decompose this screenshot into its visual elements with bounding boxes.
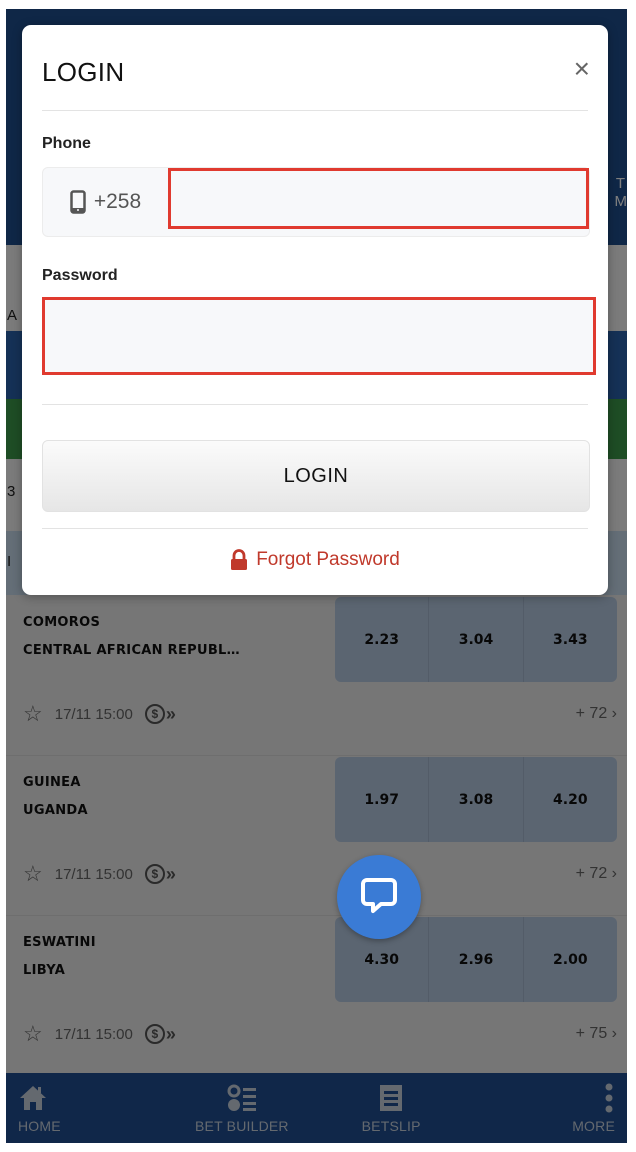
- app-screen: T M A 3 I COMOROS CENTRAL AFRICAN REPUBL…: [6, 9, 627, 1143]
- forgot-password-text: Forgot Password: [256, 549, 400, 570]
- phone-label: Phone: [42, 135, 91, 152]
- phone-input[interactable]: [168, 168, 589, 229]
- footer-divider: [42, 528, 588, 529]
- live-chat-button[interactable]: [337, 855, 421, 939]
- chat-icon: [359, 875, 399, 920]
- login-button[interactable]: LOGIN: [42, 440, 590, 512]
- forgot-password-link[interactable]: Forgot Password: [22, 549, 608, 571]
- modal-title: LOGIN: [42, 57, 125, 87]
- login-modal: LOGIN × Phone +258 Password LOGIN Forgot…: [22, 25, 608, 595]
- country-code: +258: [93, 190, 142, 213]
- form-divider: [42, 404, 588, 405]
- phone-prefix: +258: [43, 168, 168, 236]
- mobile-phone-icon: [70, 190, 86, 214]
- header-divider: [42, 110, 588, 111]
- password-input[interactable]: [42, 297, 596, 375]
- close-icon[interactable]: ×: [574, 55, 590, 83]
- password-label: Password: [42, 267, 118, 284]
- lock-icon: [231, 549, 248, 570]
